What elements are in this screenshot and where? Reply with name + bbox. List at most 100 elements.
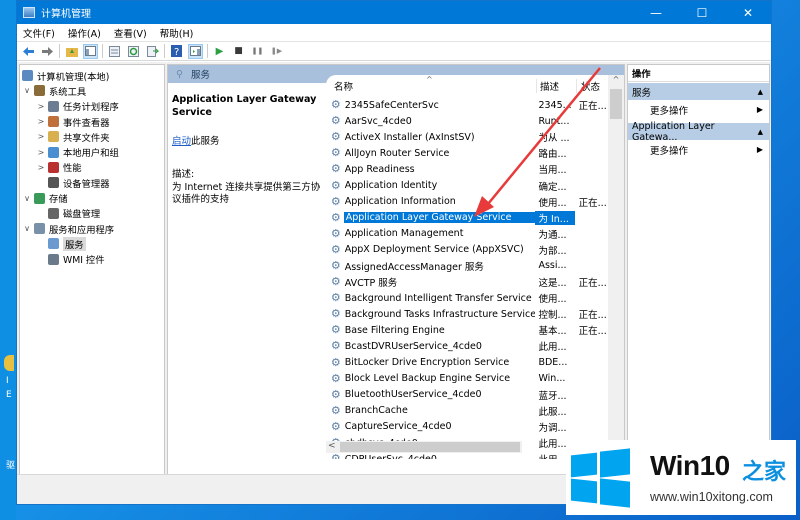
close-button[interactable]: ✕	[725, 1, 771, 24]
selected-service-title: Application Layer Gateway Service	[172, 94, 317, 118]
stop-service-icon[interactable]: ■	[231, 44, 246, 59]
tree-node[interactable]: 设备管理器	[20, 175, 164, 190]
help-icon[interactable]: ?	[169, 44, 184, 59]
service-row[interactable]: ⚙ Background Tasks Infrastructure Service…	[326, 306, 608, 322]
expand-chevron-icon[interactable]: >	[36, 132, 46, 141]
service-gear-icon: ⚙	[330, 452, 341, 459]
service-row[interactable]: ⚙ Application Layer Gateway Service 为 In..…	[326, 210, 608, 226]
actions-section-services[interactable]: 服务 ▲	[628, 83, 769, 100]
console-tree-icon[interactable]	[83, 43, 98, 59]
service-row[interactable]: ⚙ CaptureService_4cde0 为调...	[326, 419, 608, 435]
expand-chevron-icon[interactable]: >	[36, 163, 46, 172]
service-row[interactable]: ⚙ AppX Deployment Service (AppXSVC) 为部...	[326, 242, 608, 258]
expand-chevron-icon[interactable]: >	[36, 102, 46, 111]
service-row[interactable]: ⚙ BranchCache 此服...	[326, 403, 608, 419]
service-row[interactable]: ⚙ BcastDVRUserService_4cde0 此用...	[326, 338, 608, 354]
service-row[interactable]: ⚙ BluetoothUserService_4cde0 蓝牙...	[326, 387, 608, 403]
service-description: 描述: 为 Internet 连接共享提供第三方协议插件的支持	[172, 169, 328, 207]
pause-service-icon[interactable]: ❚❚	[250, 44, 265, 59]
tree-label: 计算机管理(本地)	[37, 71, 110, 83]
tree-node[interactable]: ∨ 服务和应用程序	[20, 221, 164, 236]
desktop-shortcut-icon[interactable]	[4, 355, 14, 371]
action-pane-icon[interactable]	[188, 43, 203, 59]
forward-arrow-icon[interactable]	[40, 44, 55, 59]
scroll-left-icon[interactable]: <	[328, 441, 336, 451]
export-list-icon[interactable]	[145, 44, 160, 59]
service-row[interactable]: ⚙ Base Filtering Engine 基本... 正在...	[326, 322, 608, 338]
service-row[interactable]: ⚙ ActiveX Installer (AxInstSV) 为从 ...	[326, 129, 608, 145]
title-bar[interactable]: 计算机管理 — ☐ ✕	[17, 1, 771, 24]
tree-node[interactable]: > 事件查看器	[20, 114, 164, 129]
start-service-icon[interactable]: ▶	[212, 44, 227, 59]
service-row[interactable]: ⚙ Block Level Backup Engine Service Win...	[326, 371, 608, 387]
back-arrow-icon[interactable]	[21, 44, 36, 59]
service-description: 蓝牙...	[538, 390, 567, 402]
column-header-description[interactable]: 描述	[536, 79, 576, 93]
scroll-up-icon[interactable]: ^	[608, 75, 624, 89]
horizontal-scroll-thumb[interactable]	[340, 442, 520, 452]
collapse-up-icon[interactable]: ▲	[758, 88, 763, 96]
toolbar: ? ▶ ■ ❚❚ ❚▶	[17, 42, 771, 61]
service-description: 此用...	[538, 342, 567, 354]
service-row[interactable]: ⚙ 2345SafeCenterSvc 2345... 正在...	[326, 97, 608, 113]
tree-node[interactable]: ∨ 存储	[20, 190, 164, 205]
tree-label: 磁盘管理	[63, 209, 101, 221]
horizontal-scrollbar[interactable]: <	[326, 441, 522, 453]
vertical-scrollbar[interactable]: ^	[608, 75, 624, 459]
service-row[interactable]: ⚙ Application Identity 确定...	[326, 177, 608, 193]
tree-label: 任务计划程序	[63, 102, 119, 114]
service-description: 2345...	[538, 99, 572, 111]
tree-node[interactable]: ∨ 系统工具	[20, 83, 164, 98]
service-gear-icon: ⚙	[330, 98, 341, 112]
expand-chevron-icon[interactable]: >	[36, 117, 46, 126]
column-header-status[interactable]: 状态	[576, 79, 610, 93]
refresh-icon[interactable]	[126, 44, 141, 59]
collapse-up-icon[interactable]: ▲	[758, 128, 763, 136]
service-row[interactable]: ⚙ BitLocker Drive Encryption Service BDE..…	[326, 355, 608, 371]
service-description: 这是...	[538, 278, 567, 290]
tree-node[interactable]: > 性能	[20, 160, 164, 175]
service-row[interactable]: ⚙ AssignedAccessManager 服务 Assi...	[326, 258, 608, 274]
service-gear-icon: ⚙	[330, 162, 341, 176]
tree-node[interactable]: > 共享文件夹	[20, 129, 164, 144]
start-service-link[interactable]: 启动	[172, 136, 191, 147]
service-row[interactable]: ⚙ Application Management 为通...	[326, 226, 608, 242]
service-row[interactable]: ⚙ AarSvc_4cde0 Runt...	[326, 113, 608, 129]
service-row[interactable]: ⚙ AVCTP 服务 这是... 正在...	[326, 274, 608, 290]
service-row[interactable]: ⚙ Background Intelligent Transfer Service…	[326, 290, 608, 306]
tree-node[interactable]: WMI 控件	[20, 252, 164, 267]
collapse-chevron-icon[interactable]: ∨	[22, 86, 32, 95]
service-name: Application Identity	[344, 180, 438, 192]
maximize-button[interactable]: ☐	[679, 1, 725, 24]
vertical-scroll-thumb[interactable]	[610, 89, 622, 119]
service-gear-icon: ⚙	[330, 323, 341, 337]
menu-view[interactable]: 查看(V)	[114, 26, 147, 40]
service-gear-icon: ⚙	[330, 339, 341, 353]
menu-action[interactable]: 操作(A)	[68, 26, 101, 40]
tree-label: 性能	[63, 163, 82, 175]
tree-node-icon	[34, 192, 45, 204]
tree-node[interactable]: 磁盘管理	[20, 206, 164, 221]
restart-service-icon[interactable]: ❚▶	[269, 44, 284, 59]
tree-node[interactable]: 服务	[20, 236, 164, 251]
tree-node[interactable]: > 本地用户和组	[20, 144, 164, 159]
up-folder-icon[interactable]	[64, 44, 79, 59]
collapse-chevron-icon[interactable]: ∨	[22, 224, 32, 233]
tree-root[interactable]: 计算机管理(本地)	[20, 68, 164, 83]
actions-section-selected-service[interactable]: Application Layer Gatewa... ▲	[628, 121, 769, 143]
service-row[interactable]: ⚙ AllJoyn Router Service 路由...	[326, 145, 608, 161]
service-gear-icon: ⚙	[330, 194, 341, 208]
tree-node[interactable]: > 任务计划程序	[20, 99, 164, 114]
services-pane-title: 服务	[190, 70, 210, 81]
more-actions-item[interactable]: 更多操作 ▶	[628, 140, 769, 159]
collapse-chevron-icon[interactable]: ∨	[22, 194, 32, 203]
properties-icon[interactable]	[107, 44, 122, 59]
menu-help[interactable]: 帮助(H)	[160, 26, 194, 40]
more-actions-item[interactable]: 更多操作 ▶	[628, 100, 769, 119]
extended-description-panel: Application Layer Gateway Service 启动此服务 …	[172, 93, 328, 207]
menu-file[interactable]: 文件(F)	[23, 26, 55, 40]
service-row[interactable]: ⚙ Application Information 使用... 正在...	[326, 194, 608, 210]
minimize-button[interactable]: —	[633, 1, 679, 24]
expand-chevron-icon[interactable]: >	[36, 148, 46, 157]
service-row[interactable]: ⚙ App Readiness 当用...	[326, 161, 608, 177]
